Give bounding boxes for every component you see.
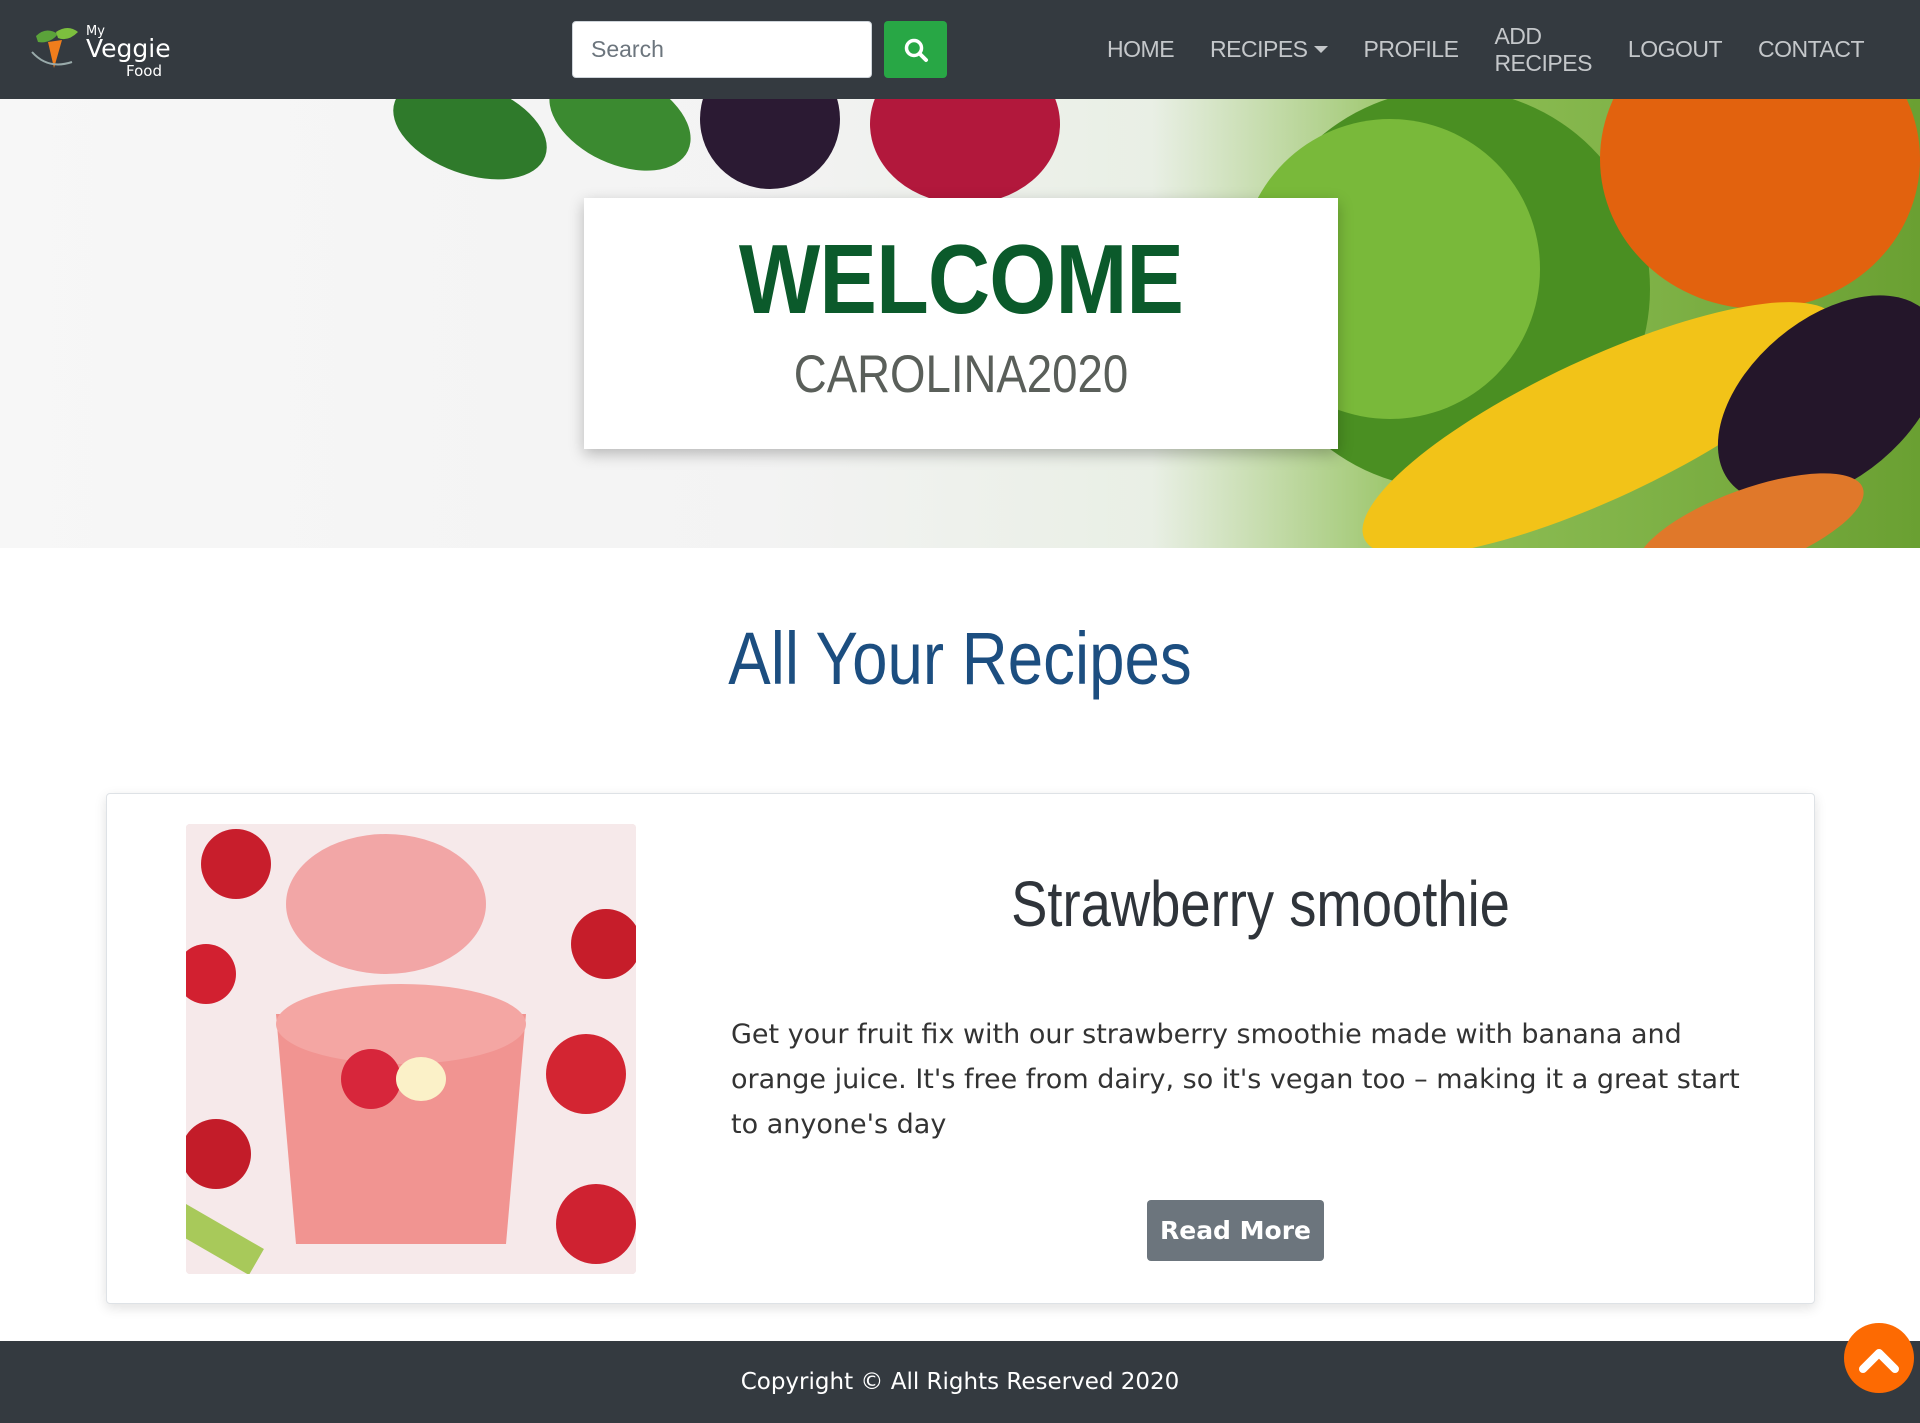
brand-line-3: Food (126, 62, 162, 80)
welcome-title: WELCOME (738, 224, 1184, 334)
nav-home[interactable]: HOME (1107, 36, 1175, 63)
search-icon (904, 38, 928, 62)
footer: Copyright © All Rights Reserved 2020 (0, 1341, 1920, 1423)
nav-logout[interactable]: LOGOUT (1627, 36, 1723, 63)
recipe-description: Get your fruit fix with our strawberry s… (731, 1019, 1740, 1140)
caret-down-icon (1313, 46, 1328, 53)
nav-profile-label: PROFILE (1363, 36, 1459, 62)
brand-logo[interactable]: My Veggie Food (28, 18, 178, 82)
nav-home-label: HOME (1107, 36, 1175, 62)
nav-contact-label: CONTACT (1758, 36, 1864, 62)
navbar: My Veggie Food HOME RECIPES PROFILE ADD … (0, 0, 1920, 99)
search-input[interactable] (572, 21, 872, 78)
welcome-username: CAROLINA2020 (793, 345, 1129, 404)
nav-recipes[interactable]: RECIPES (1210, 36, 1328, 63)
footer-copyright: Copyright © All Rights Reserved 2020 (740, 1369, 1180, 1395)
recipe-card: Strawberry smoothie Get your fruit fix w… (106, 793, 1815, 1304)
nav-add-recipes[interactable]: ADD RECIPES (1494, 22, 1592, 77)
nav-contact[interactable]: CONTACT (1758, 36, 1864, 63)
recipe-title: Strawberry smoothie (1011, 868, 1510, 940)
search-button[interactable] (884, 21, 947, 78)
nav-recipes-label: RECIPES (1210, 36, 1308, 62)
scroll-to-top-button[interactable] (1844, 1323, 1914, 1393)
carrot-leaf-icon (31, 28, 78, 68)
brand-line-2: Veggie (86, 34, 171, 63)
nav-menu: HOME RECIPES PROFILE ADD RECIPES LOGOUT … (1107, 0, 1864, 99)
smoothie-image (186, 824, 636, 1274)
recipe-image[interactable] (186, 824, 636, 1274)
read-more-button[interactable]: Read More (1147, 1200, 1324, 1261)
section-title: All Your Recipes (728, 617, 1192, 700)
nav-profile[interactable]: PROFILE (1364, 36, 1459, 63)
nav-add-recipes-label: ADD RECIPES (1494, 22, 1592, 76)
chevron-up-icon (1859, 1349, 1899, 1373)
welcome-card: WELCOME CAROLINA2020 (584, 198, 1338, 449)
hero-banner: WELCOME CAROLINA2020 (0, 99, 1920, 548)
nav-logout-label: LOGOUT (1627, 36, 1723, 62)
